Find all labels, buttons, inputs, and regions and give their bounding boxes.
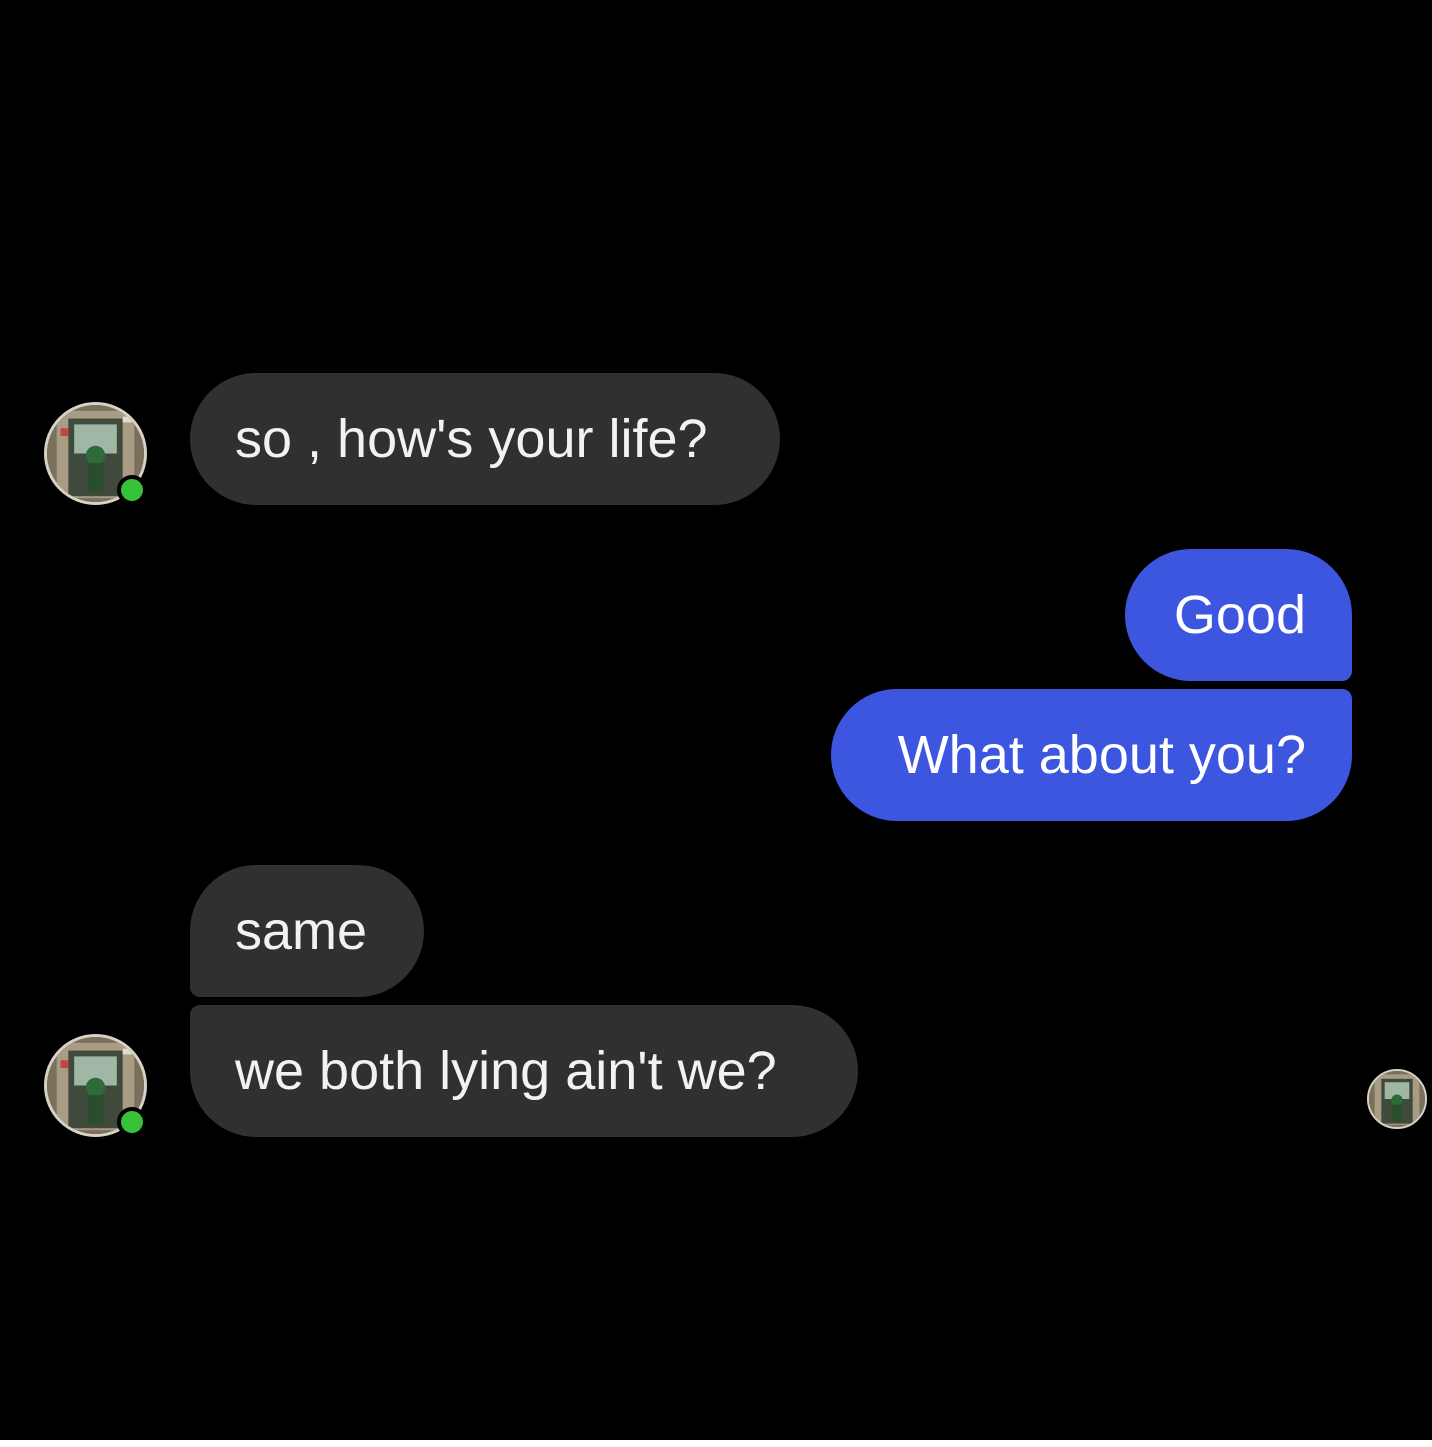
message-text: so , how's your life? <box>235 409 708 469</box>
chat-screen: so , how's your life? Good What about yo… <box>0 0 1432 1440</box>
incoming-message[interactable]: same <box>190 865 424 997</box>
online-status-icon <box>117 1107 147 1137</box>
message-text: we both lying ain't we? <box>235 1041 777 1101</box>
outgoing-message[interactable]: Good <box>1125 549 1352 681</box>
online-status-icon <box>117 475 147 505</box>
outgoing-message[interactable]: What about you? <box>831 689 1352 821</box>
incoming-message[interactable]: we both lying ain't we? <box>190 1005 858 1137</box>
message-text: Good <box>1173 585 1306 645</box>
message-text: What about you? <box>897 725 1306 785</box>
read-receipt-icon <box>1369 1071 1425 1127</box>
message-text: same <box>235 901 368 961</box>
incoming-message[interactable]: so , how's your life? <box>190 373 780 505</box>
read-receipt-avatar <box>1367 1069 1427 1129</box>
